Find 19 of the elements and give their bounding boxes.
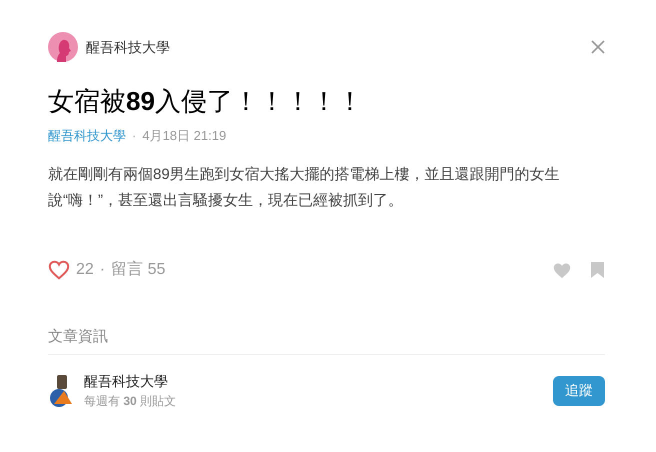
section-heading: 文章資訊 bbox=[48, 326, 109, 346]
post-body: 就在剛剛有兩個89男生跑到女宿大搖大擺的搭電梯上樓，並且還跟開門的女生說“嗨！”，甚至還出言騷擾女生，現在已經被抓到了。 bbox=[48, 164, 561, 210]
heart-icon[interactable] bbox=[552, 260, 572, 278]
reaction-separator: · bbox=[100, 260, 106, 280]
meta-separator: · bbox=[132, 127, 136, 145]
forum-name[interactable]: 醒吾科技大學 bbox=[86, 36, 170, 58]
forum-name[interactable]: 醒吾科技大學 bbox=[84, 371, 176, 392]
close-icon[interactable] bbox=[591, 40, 605, 54]
follow-button[interactable]: 追蹤 bbox=[553, 376, 605, 406]
bookmark-icon[interactable] bbox=[590, 260, 605, 278]
avatar-icon bbox=[48, 32, 78, 62]
post-title: 女宿被89入侵了！！！！！ bbox=[48, 85, 364, 118]
post-forum-link[interactable]: 醒吾科技大學 bbox=[48, 126, 126, 146]
weekly-post-count: 每週有 30 則貼文 bbox=[84, 393, 176, 410]
heart-icon[interactable] bbox=[48, 258, 70, 280]
post-time: 4月18日 21:19 bbox=[142, 127, 226, 145]
logo-icon bbox=[48, 374, 74, 408]
comment-count[interactable]: 留言 55 bbox=[111, 258, 166, 282]
like-count: 22 bbox=[76, 260, 94, 280]
